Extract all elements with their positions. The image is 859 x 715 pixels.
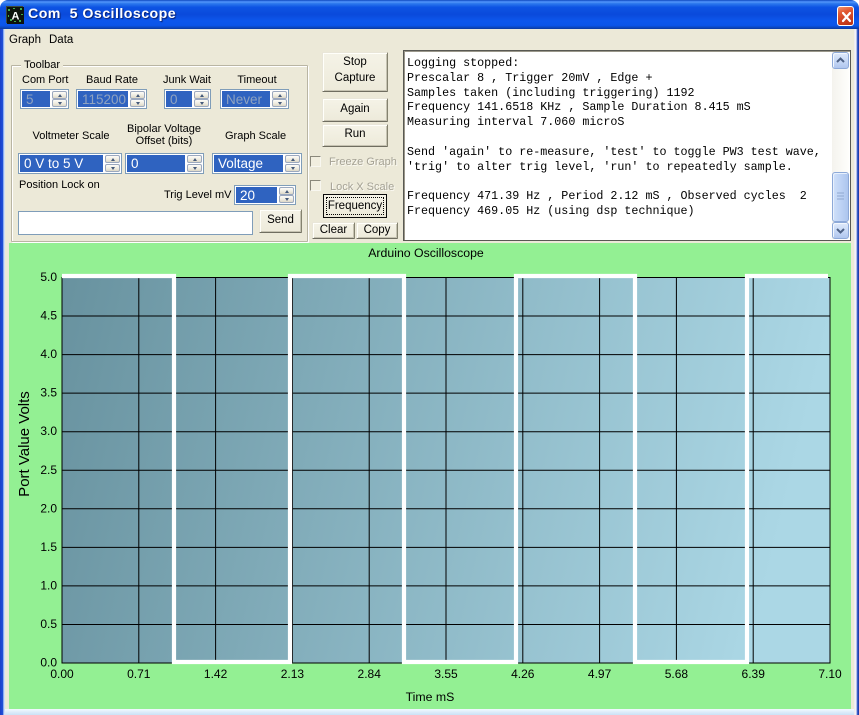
svg-text:0.5: 0.5	[40, 617, 57, 631]
svg-text:3.5: 3.5	[40, 386, 57, 400]
svg-text:2.84: 2.84	[358, 667, 382, 681]
svg-text:1.5: 1.5	[40, 540, 57, 554]
svg-text:1.42: 1.42	[204, 667, 228, 681]
svg-text:3.55: 3.55	[434, 667, 458, 681]
svg-text:2.13: 2.13	[281, 667, 305, 681]
svg-text:4.97: 4.97	[588, 667, 612, 681]
svg-text:6.39: 6.39	[742, 667, 766, 681]
svg-text:Port Value Volts: Port Value Volts	[16, 391, 33, 497]
svg-text:0.71: 0.71	[127, 667, 151, 681]
svg-text:4.0: 4.0	[40, 347, 57, 361]
svg-text:Arduino Oscilloscope: Arduino Oscilloscope	[368, 246, 484, 260]
svg-text:4.5: 4.5	[40, 309, 57, 323]
svg-text:1.0: 1.0	[40, 578, 57, 592]
svg-text:A: A	[12, 11, 20, 23]
svg-text:7.10: 7.10	[818, 667, 842, 681]
svg-text:2.0: 2.0	[40, 501, 57, 515]
svg-text:3.0: 3.0	[40, 424, 57, 438]
svg-text:5.0: 5.0	[40, 270, 57, 284]
svg-text:0.00: 0.00	[50, 667, 74, 681]
svg-text:2.5: 2.5	[40, 463, 57, 477]
svg-text:Time mS: Time mS	[406, 690, 455, 704]
svg-text:5.68: 5.68	[665, 667, 689, 681]
svg-text:4.26: 4.26	[511, 667, 535, 681]
